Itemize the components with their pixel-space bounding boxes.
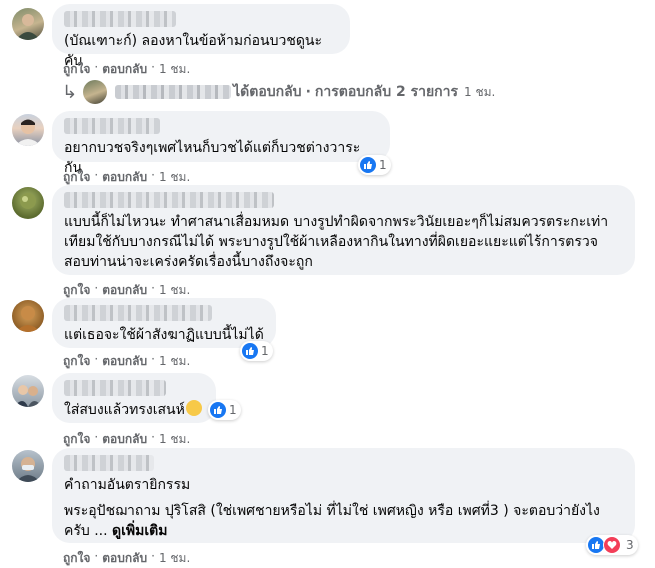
love-reaction-icon (603, 536, 621, 554)
comment-bubble: แบบนี้ก็ไม่ไหวนะ ทำศาสนาเสื่อมหมด บางรูป… (52, 185, 635, 275)
comment-bubble: แต่เธอจะใช้ผ้าสังฆาฏิแบบนี้ไม่ได้ (52, 298, 276, 348)
avatar[interactable] (12, 187, 44, 219)
reply-link[interactable]: ตอบกลับ (102, 549, 147, 568)
view-replies-row[interactable]: ↳ ได้ตอบกลับ · การตอบกลับ 2 รายการ 1 ชม. (62, 80, 495, 104)
comment-bubble: ใส่สบงแล้วทรงเสนห์ (52, 373, 216, 423)
reaction-count[interactable]: 3 (586, 535, 638, 555)
reaction-count[interactable]: 1 (208, 400, 241, 420)
blurred-author-name[interactable] (64, 118, 160, 134)
reply-avatar (83, 80, 108, 104)
reply-count: การตอบกลับ 2 รายการ (314, 84, 459, 100)
emoji-icon (185, 400, 202, 416)
reaction-count[interactable]: 1 (240, 341, 273, 361)
comment-text-line2: พระอุปัชฌาถาม ปุริโสสิ (ใช่เพศชายหรือไม่… (64, 503, 600, 519)
timestamp[interactable]: 1 ชม. (159, 430, 190, 449)
timestamp[interactable]: 1 ชม. (159, 549, 190, 568)
comment-actions: ถูกใจ · ตอบกลับ · 1 ชม. (63, 60, 190, 79)
reply-action-text: ได้ตอบกลับ (233, 84, 302, 100)
comment-text-line3: ครับ ... ดูเพิ่มเติม (64, 523, 168, 539)
profile-photo-icon (16, 14, 40, 40)
reply-link[interactable]: ตอบกลับ (102, 60, 147, 79)
like-reaction-icon (588, 537, 604, 553)
comment-text: คำถามอันตรายิกรรม (64, 477, 191, 493)
like-reaction-icon (360, 157, 376, 173)
avatar[interactable] (12, 114, 44, 146)
like-link[interactable]: ถูกใจ (63, 549, 90, 568)
see-more-link[interactable]: ดูเพิ่มเติม (112, 523, 167, 539)
profile-photo-icon (16, 306, 40, 332)
timestamp[interactable]: 1 ชม. (159, 60, 190, 79)
comment-bubble: คำถามอันตรายิกรรม พระอุปัชฌาถาม ปุริโสสิ… (52, 448, 635, 543)
profile-photo-icon (14, 385, 42, 407)
reply-time: 1 ชม. (464, 84, 496, 99)
comment-text: แบบนี้ก็ไม่ไหวนะ ทำศาสนาเสื่อมหมด บางรูป… (64, 214, 609, 270)
blurred-author-name[interactable] (64, 305, 212, 321)
avatar[interactable] (12, 450, 44, 482)
blurred-author-name[interactable] (64, 11, 176, 27)
like-link[interactable]: ถูกใจ (63, 352, 90, 371)
avatar[interactable] (12, 300, 44, 332)
comment-bubble: (บัณเฑาะก์) ลองหาในข้อห้ามก่อนบวชดูนะคับ (52, 4, 350, 69)
profile-photo-icon (20, 193, 36, 209)
profile-photo-icon (15, 119, 41, 146)
comment-actions: ถูกใจ · ตอบกลับ · 1 ชม. (63, 352, 190, 371)
reply-arrow-icon: ↳ (62, 81, 78, 103)
like-reaction-icon (210, 402, 226, 418)
like-link[interactable]: ถูกใจ (63, 430, 90, 449)
profile-photo-icon (16, 457, 40, 482)
like-link[interactable]: ถูกใจ (63, 60, 90, 79)
avatar[interactable] (12, 8, 44, 40)
comment-bubble: อยากบวชจริงๆเพศไหนก็บวชได้แต่ก็บวชต่างวา… (52, 111, 390, 176)
timestamp[interactable]: 1 ชม. (159, 352, 190, 371)
blurred-author-name[interactable] (64, 380, 166, 396)
blurred-author-name[interactable] (64, 192, 274, 208)
blurred-author-name[interactable] (64, 455, 154, 471)
comment-actions: ถูกใจ · ตอบกลับ · 1 ชม. (63, 430, 190, 449)
comment-text: ใส่สบงแล้วทรงเสนห์ (64, 400, 204, 420)
reply-link[interactable]: ตอบกลับ (102, 430, 147, 449)
comment-text: แต่เธอจะใช้ผ้าสังฆาฏิแบบนี้ไม่ได้ (64, 327, 264, 343)
like-reaction-icon (242, 343, 258, 359)
avatar[interactable] (12, 375, 44, 407)
reply-link[interactable]: ตอบกลับ (102, 352, 147, 371)
blurred-reply-author (115, 85, 232, 99)
reaction-count[interactable]: 1 (358, 155, 391, 175)
comment-actions: ถูกใจ · ตอบกลับ · 1 ชม. (63, 549, 190, 568)
